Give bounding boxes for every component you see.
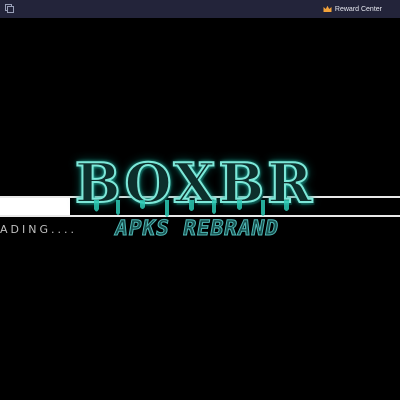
reward-center-button[interactable]: Reward Center xyxy=(323,2,382,16)
loading-bar-fill xyxy=(0,198,70,215)
logo: BOXBR APKS REBRAND xyxy=(70,151,320,262)
reward-center-label: Reward Center xyxy=(334,5,382,13)
loading-text: ADING.... xyxy=(0,223,77,236)
logo-subtitle: APKS REBRAND xyxy=(113,216,282,241)
game-stage[interactable]: ADING.... BOXBR APKS REBRAND xyxy=(0,18,400,400)
title-bar: Reward Center xyxy=(0,0,400,19)
window-icon[interactable] xyxy=(5,4,14,13)
crown-icon xyxy=(323,5,332,12)
